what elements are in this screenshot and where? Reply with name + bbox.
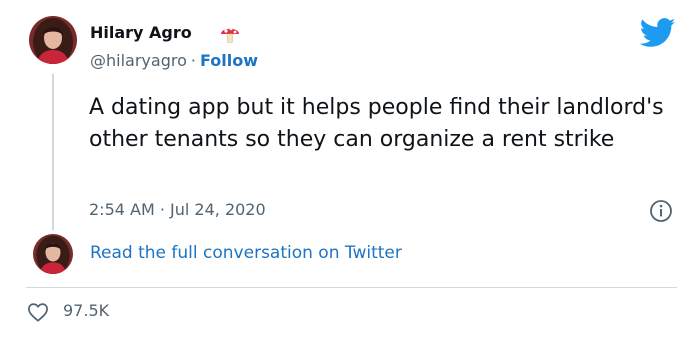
tweet-text: A dating app but it helps people find th… [89,95,664,152]
like-count: 97.5K [63,301,110,320]
avatar-photo-small-icon [33,234,73,274]
mushroom-icon [221,27,239,44]
author-avatar[interactable] [29,16,77,64]
tweet-timestamp[interactable]: 2:54 AM · Jul 24, 2020 [89,200,266,219]
divider [26,287,677,288]
separator-dot: · [190,51,196,70]
read-conversation-link[interactable]: Read the full conversation on Twitter [90,243,402,263]
thread-line [52,74,54,230]
avatar-photo-icon [29,16,77,64]
follow-button[interactable]: Follow [200,51,258,70]
reply-avatar [33,234,73,274]
twitter-bird-icon[interactable] [640,18,676,48]
info-icon[interactable] [649,199,673,223]
author-display-name[interactable]: Hilary Agro [90,23,192,42]
author-handle-line: @hilaryagro · Follow [90,51,258,70]
author-handle[interactable]: @hilaryagro [90,51,187,70]
heart-icon[interactable] [27,302,49,322]
